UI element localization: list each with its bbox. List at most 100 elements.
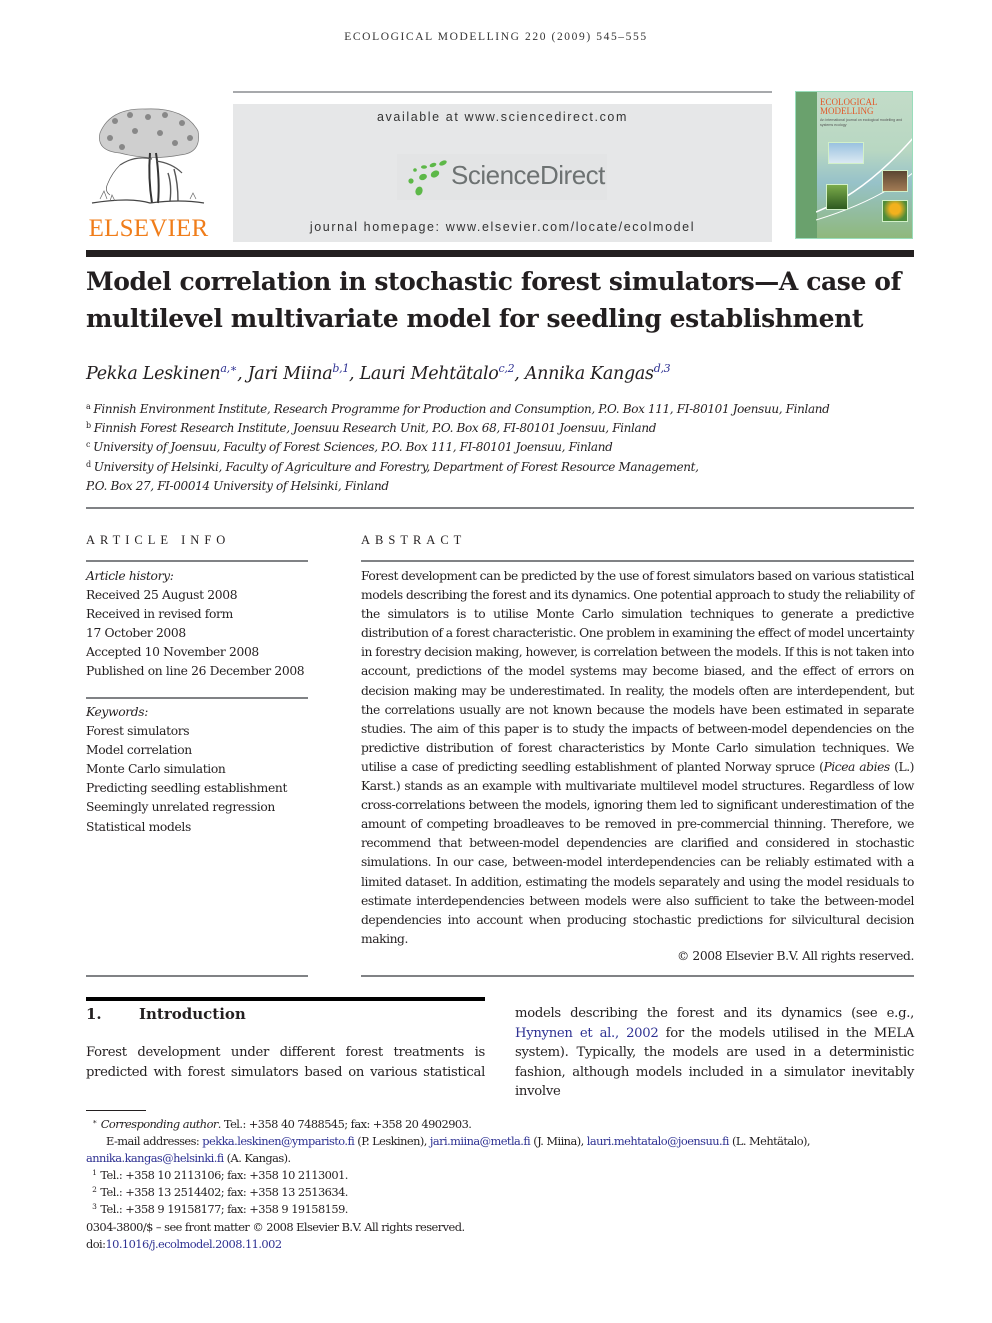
abstract-body: Forest development can be predicted by t…: [361, 567, 914, 949]
affiliation-mark: c: [86, 440, 91, 450]
sciencedirect-wordmark: ScienceDirect: [451, 160, 605, 190]
author-separator: ,: [237, 364, 248, 384]
journal-cover-image[interactable]: ECOLOGICAL MODELLING An international jo…: [795, 91, 913, 239]
affiliation-mark: b: [86, 421, 91, 431]
cover-side-strip: [796, 92, 817, 238]
footnote-text: Tel.: +358 9 19158177; fax: +358 9 19158…: [100, 1202, 348, 1217]
author[interactable]: Lauri Mehtätaloc,2: [360, 362, 515, 384]
affiliation: a Finnish Environment Institute, Research…: [86, 400, 914, 419]
running-header: ECOLOGICAL MODELLING 220 (2009) 545–555: [344, 31, 648, 43]
email-owner: (A. Kangas).: [223, 1151, 292, 1166]
affiliation-text: University of Helsinki, Faculty of Agric…: [93, 459, 699, 474]
author[interactable]: Pekka Leskinena,∗: [86, 362, 237, 384]
author[interactable]: Jari Miinab,1: [247, 362, 350, 384]
keyword-item: Forest simulators: [86, 724, 190, 739]
footnote-mark: 3: [92, 1202, 97, 1212]
history-item: Received 25 August 2008: [86, 588, 238, 603]
footnote-text: Tel.: +358 10 2113106; fax: +358 10 2113…: [100, 1168, 348, 1183]
elsevier-logo[interactable]: ELSEVIER: [86, 103, 211, 243]
author-name: Pekka Leskinen: [86, 364, 221, 384]
author[interactable]: Annika Kangasd,3: [525, 362, 671, 384]
footnote-corresponding: ∗ Corresponding author. Tel.: +358 40 748…: [86, 1116, 914, 1133]
abstract-divider: [361, 560, 914, 562]
cover-photo-forest: [882, 170, 908, 192]
keyword-item: Seemingly unrelated regression: [86, 800, 275, 815]
elsevier-tree-icon: [91, 108, 205, 204]
cover-title-line-2: MODELLING: [820, 106, 874, 116]
article-history: Article history: Received 25 August 2008…: [86, 567, 308, 682]
cover-title: ECOLOGICAL MODELLING: [820, 98, 878, 116]
affiliation: c University of Joensuu, Faculty of Fores…: [86, 438, 914, 457]
footnote-mark: ∗: [92, 1117, 97, 1126]
sciencedirect-logo[interactable]: ScienceDirect: [397, 154, 607, 200]
author-list: Pekka Leskinena,∗, Jari Miinab,1, Lauri …: [86, 362, 914, 384]
email-owner: (P. Leskinen),: [354, 1134, 430, 1149]
affiliation-text: University of Joensuu, Faculty of Forest…: [93, 440, 613, 455]
affiliation-text: Finnish Environment Institute, Research …: [93, 402, 830, 416]
author-separator: ,: [349, 364, 360, 384]
doi-link[interactable]: 10.1016/j.ecolmodel.2008.11.002: [105, 1237, 282, 1251]
article-info-bottom-divider: [86, 975, 308, 977]
email-link[interactable]: lauri.mehtatalo@joensuu.fi: [587, 1134, 730, 1148]
footnote: 1 Tel.: +358 10 2113106; fax: +358 10 211…: [86, 1167, 914, 1184]
keyword-item: Predicting seedling establishment: [86, 781, 288, 796]
history-item: Published on line 26 December 2008: [86, 664, 305, 679]
footnotes: ∗ Corresponding author. Tel.: +358 40 748…: [86, 1116, 914, 1253]
abstract-text-part: (L.) Karst.) stands as an example with m…: [361, 759, 914, 946]
available-at-link[interactable]: available at www.sciencedirect.com: [233, 110, 772, 124]
author-name: Jari Miina: [247, 364, 333, 384]
article-info-divider: [86, 560, 308, 562]
footnote: 3 Tel.: +358 9 19158177; fax: +358 9 1915…: [86, 1201, 914, 1218]
keyword-item: Statistical models: [86, 819, 191, 834]
author-separator: ,: [514, 364, 525, 384]
intro-left-column: Forest development under different fores…: [86, 1045, 485, 1080]
abstract-heading: ABSTRACT: [361, 533, 467, 547]
author-marks[interactable]: c,2: [499, 362, 515, 375]
species-name: Picea abies: [823, 759, 890, 774]
abstract-bottom-divider: [361, 975, 914, 977]
cover-photo-butterfly: [826, 184, 848, 210]
cover-photo-sunflower: [882, 200, 908, 222]
author-marks[interactable]: d,3: [654, 362, 671, 375]
affiliation-continuation: P.O. Box 27, FI-00014 University of Hels…: [86, 477, 914, 496]
affiliation-list: a Finnish Environment Institute, Research…: [86, 400, 914, 496]
abstract-text-part: Forest development can be predicted by t…: [361, 569, 914, 774]
doi-line: doi:10.1016/j.ecolmodel.2008.11.002: [86, 1236, 914, 1253]
section-heading-introduction: 1. Introduction: [86, 1005, 485, 1023]
article-info-heading: ARTICLE INFO: [86, 533, 231, 547]
history-item: Received in revised form: [86, 607, 233, 622]
email-label: E-mail addresses:: [106, 1134, 203, 1149]
email-link[interactable]: jari.miina@metla.fi: [430, 1134, 531, 1148]
cover-photo-birds: [828, 142, 864, 164]
abstract-copyright: © 2008 Elsevier B.V. All rights reserved…: [677, 949, 914, 963]
affiliation-divider: [86, 507, 914, 509]
author-marks[interactable]: b,1: [332, 362, 349, 375]
affiliation: b Finnish Forest Research Institute, Joen…: [86, 419, 914, 438]
footnote-mark: 2: [92, 1185, 97, 1195]
journal-homepage-link[interactable]: journal homepage: www.elsevier.com/locat…: [233, 220, 772, 234]
citation-link[interactable]: Hynynen et al., 2002: [515, 1026, 659, 1041]
affiliation-text: P.O. Box 27, FI-00014 University of Hels…: [86, 478, 389, 493]
sciencedirect-banner: available at www.sciencedirect.com Scien…: [233, 104, 772, 242]
author-marks[interactable]: a,∗: [220, 362, 237, 375]
issn-line: 0304-3800/$ – see front matter © 2008 El…: [86, 1219, 465, 1234]
footnote-emails: E-mail addresses: pekka.leskinen@ymparis…: [86, 1133, 914, 1150]
email-owner: (J. Miina),: [530, 1134, 587, 1149]
footnote-mark: 1: [92, 1168, 97, 1178]
keywords: Keywords: Forest simulators Model correl…: [86, 703, 308, 837]
keywords-divider: [86, 697, 308, 699]
footnote: 2 Tel.: +358 13 2514402; fax: +358 13 251…: [86, 1184, 914, 1201]
history-item: Accepted 10 November 2008: [86, 645, 259, 660]
affiliation-mark: a: [86, 402, 91, 411]
email-link[interactable]: pekka.leskinen@ymparisto.fi: [202, 1134, 355, 1148]
history-item: 17 October 2008: [86, 626, 186, 641]
keyword-item: Model correlation: [86, 743, 192, 758]
masthead-thick-rule: [86, 250, 914, 257]
section-rule: [86, 997, 485, 1001]
email-link[interactable]: annika.kangas@helsinki.fi: [86, 1151, 224, 1165]
footnote-emails-continued: annika.kangas@helsinki.fi (A. Kangas).: [86, 1150, 914, 1167]
footnote-text: Tel.: +358 13 2514402; fax: +358 13 2513…: [100, 1185, 348, 1200]
corresponding-contact: . Tel.: +358 40 7488545; fax: +358 20 49…: [217, 1117, 472, 1131]
keyword-item: Monte Carlo simulation: [86, 762, 226, 777]
email-owner: (L. Mehtätalo),: [728, 1134, 811, 1149]
